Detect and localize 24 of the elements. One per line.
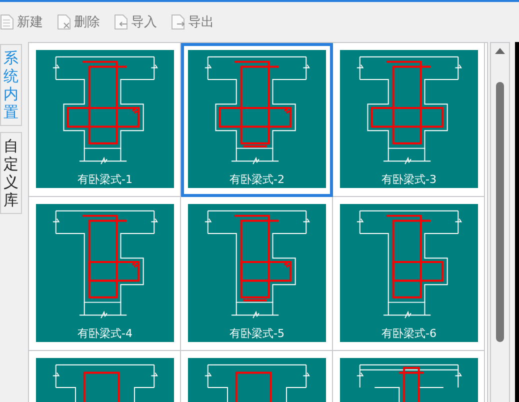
toolbar-button[interactable]: 导入 (114, 13, 157, 31)
style-cell[interactable]: 有卧梁式-2 (181, 43, 333, 197)
style-label: 有卧梁式-5 (228, 326, 286, 341)
document-icon (0, 14, 14, 30)
style-label: 有卧梁式-2 (228, 172, 286, 187)
style-cell[interactable]: 有卧梁式-5 (181, 197, 333, 351)
side-tab[interactable]: 系统内置 (0, 44, 22, 126)
style-cell[interactable]: 有卧梁式-3 (333, 43, 485, 197)
toolbar-button[interactable]: 导出 (171, 13, 214, 31)
toolbar-button[interactable]: 新建 (0, 13, 43, 31)
style-cell[interactable]: 有卧梁式-4 (29, 197, 181, 351)
style-label: 有卧梁式-4 (76, 326, 134, 341)
document-arrow-icon (171, 14, 185, 30)
toolbar-button[interactable]: 删除 (57, 13, 100, 31)
style-label: 有卧梁式-6 (380, 326, 438, 341)
style-cell[interactable]: 有卧梁式-1 (29, 43, 181, 197)
document-arrow-icon (114, 14, 128, 30)
scroll-up-icon[interactable] (495, 48, 505, 54)
style-label: 有卧梁式-1 (76, 172, 134, 187)
style-cell[interactable]: 有卧梁式-6 (333, 197, 485, 351)
style-label: 有卧梁式-3 (380, 172, 438, 187)
document-x-icon (57, 14, 71, 30)
side-tab[interactable]: 自定义库 (0, 132, 22, 214)
scrollbar-thumb[interactable] (496, 82, 504, 342)
